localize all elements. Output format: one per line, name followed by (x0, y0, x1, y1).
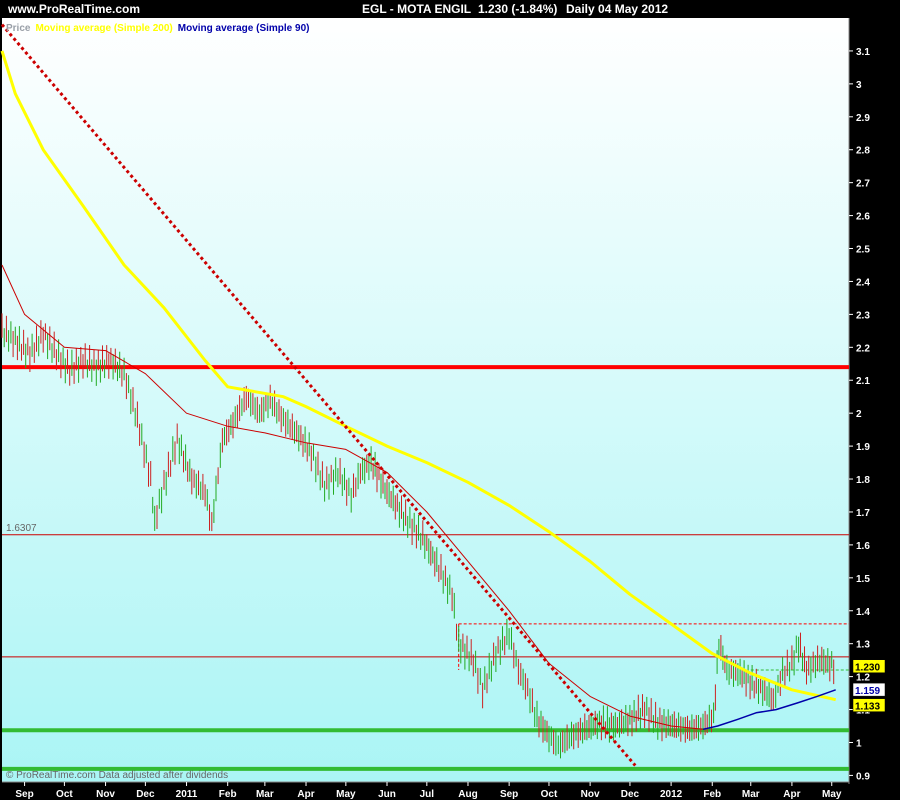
x-tick-label: Apr (297, 789, 314, 800)
y-tick-label: 2.7 (856, 179, 870, 190)
price-tag-label: 1.133 (855, 702, 880, 713)
x-tick-label: May (336, 789, 356, 800)
y-tick-label: 2 (856, 409, 862, 420)
x-tick-label: Feb (219, 789, 237, 800)
footer-note: © ProRealTime.com Data adjusted after di… (6, 770, 228, 781)
x-tick-label: Jun (378, 789, 396, 800)
y-tick-label: 1.9 (856, 442, 870, 453)
y-tick-label: 1.7 (856, 508, 870, 519)
x-tick-label: Mar (256, 789, 274, 800)
y-tick-label: 3.1 (856, 47, 870, 58)
y-tick-label: 2.6 (856, 212, 870, 223)
x-tick-label: 2012 (660, 789, 683, 800)
x-tick-label: Jul (420, 789, 435, 800)
y-tick-label: 1.2 (856, 673, 870, 684)
x-tick-label: Dec (621, 789, 640, 800)
y-tick-label: 2.2 (856, 343, 870, 354)
x-tick-label: Sep (15, 789, 33, 800)
x-tick-label: Sep (500, 789, 518, 800)
legend-item: Moving average (Simple 90) (178, 23, 310, 34)
x-tick-label: Nov (581, 789, 600, 800)
y-tick-label: 2.9 (856, 113, 870, 124)
y-tick-label: 2.5 (856, 245, 870, 256)
y-tick-label: 1.4 (856, 607, 870, 618)
price-chart[interactable]: 0.911.11.21.31.41.51.61.71.81.922.12.22.… (0, 0, 900, 800)
x-tick-label: Oct (56, 789, 73, 800)
legend-item: Moving average (Simple 200) (35, 23, 172, 34)
y-tick-label: 1 (856, 738, 862, 749)
x-tick-label: Aug (458, 789, 477, 800)
plot-background (2, 18, 849, 782)
y-tick-label: 0.9 (856, 771, 870, 782)
y-tick-label: 1.6 (856, 541, 870, 552)
y-tick-label: 1.5 (856, 574, 870, 585)
price-tag-label: 1.159 (855, 686, 880, 697)
legend-item: Price (6, 23, 31, 34)
x-tick-label: Nov (96, 789, 115, 800)
y-tick-label: 2.1 (856, 376, 870, 387)
x-tick-label: May (822, 789, 842, 800)
x-tick-label: Apr (783, 789, 800, 800)
x-tick-label: Dec (136, 789, 155, 800)
x-tick-label: Mar (742, 789, 760, 800)
price-tag-label: 1.230 (855, 663, 880, 674)
y-tick-label: 1.8 (856, 475, 870, 486)
y-tick-label: 1.3 (856, 640, 870, 651)
y-tick-label: 3 (856, 80, 862, 91)
y-tick-label: 2.8 (856, 146, 870, 157)
x-tick-label: 2011 (176, 789, 198, 800)
y-tick-label: 2.3 (856, 310, 870, 321)
level-label: 1.6307 (6, 523, 37, 534)
x-tick-label: Feb (703, 789, 721, 800)
x-tick-label: Oct (541, 789, 558, 800)
y-tick-label: 2.4 (856, 277, 870, 288)
